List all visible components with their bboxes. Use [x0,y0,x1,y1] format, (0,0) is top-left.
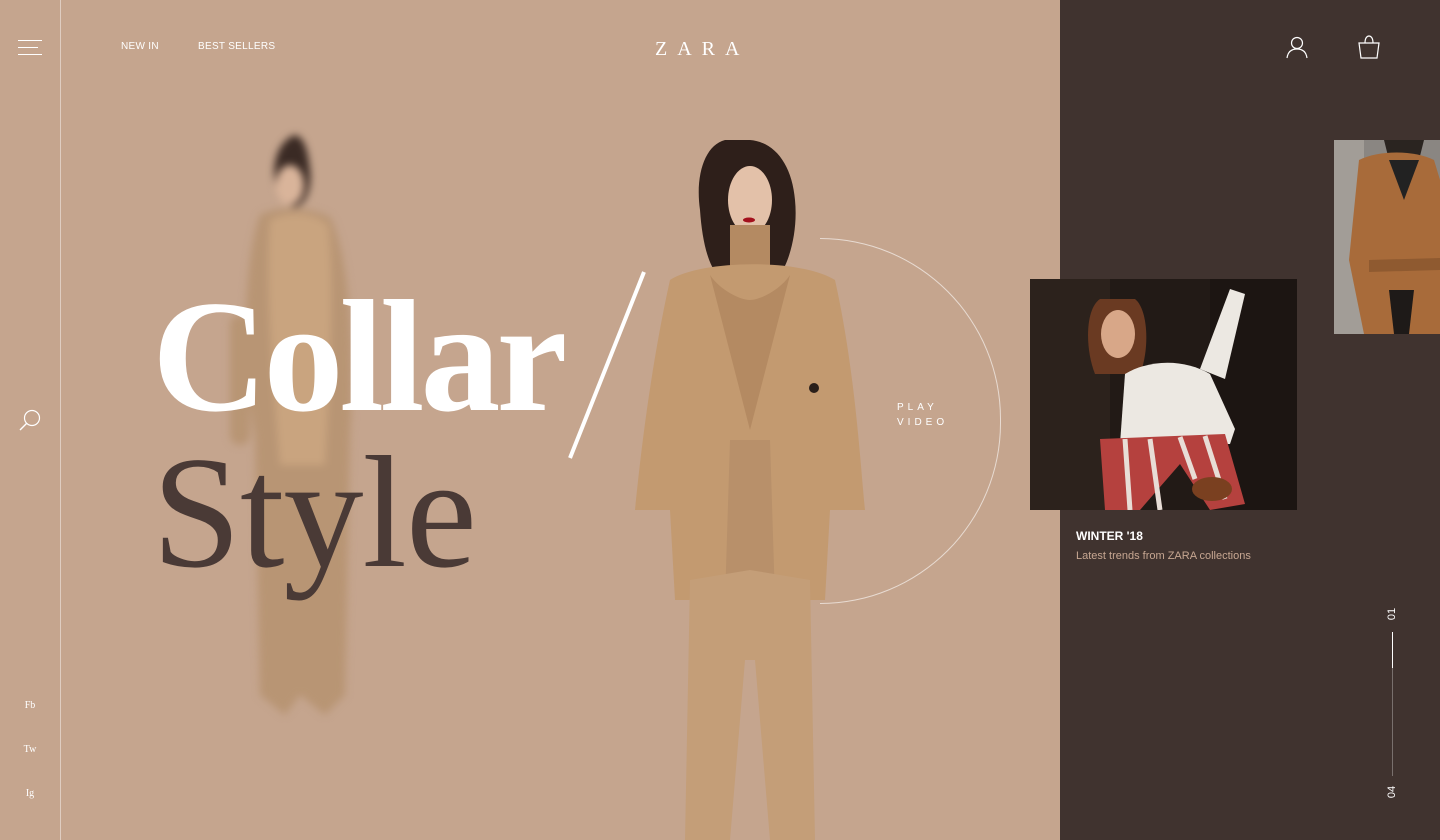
hero-title-collar: Collar [152,267,567,445]
play-label: PLAY [897,402,938,413]
card-title: WINTER '18 [1076,529,1143,543]
winter-card-image[interactable] [1030,279,1297,510]
user-icon[interactable] [1285,35,1309,64]
hero-title-style: Style [152,423,477,601]
slide-progress-fill [1392,632,1393,668]
shopping-bag-icon[interactable] [1357,35,1381,64]
card-subtitle: Latest trends from ZARA collections [1076,550,1251,562]
slide-current: 01 [1386,607,1398,621]
video-label: VIDEO [897,417,949,428]
hamburger-menu-icon[interactable] [18,40,42,56]
play-video-button[interactable]: PLAY VIDEO [897,400,948,430]
headline-slash-decoration [568,271,646,459]
slide-total: 04 [1386,785,1398,799]
instagram-link[interactable]: Ig [0,788,60,799]
facebook-link[interactable]: Fb [0,700,60,711]
twitter-link[interactable]: Tw [0,744,60,755]
slide-thumbnail-coat[interactable] [1334,140,1440,334]
brand-logo[interactable]: ZARA [655,38,749,61]
left-rail: Fb Tw Ig [0,0,61,840]
nav-best-sellers[interactable]: BEST SELLERS [198,41,275,52]
search-icon[interactable] [18,408,42,437]
nav-new-in[interactable]: NEW IN [121,41,159,52]
